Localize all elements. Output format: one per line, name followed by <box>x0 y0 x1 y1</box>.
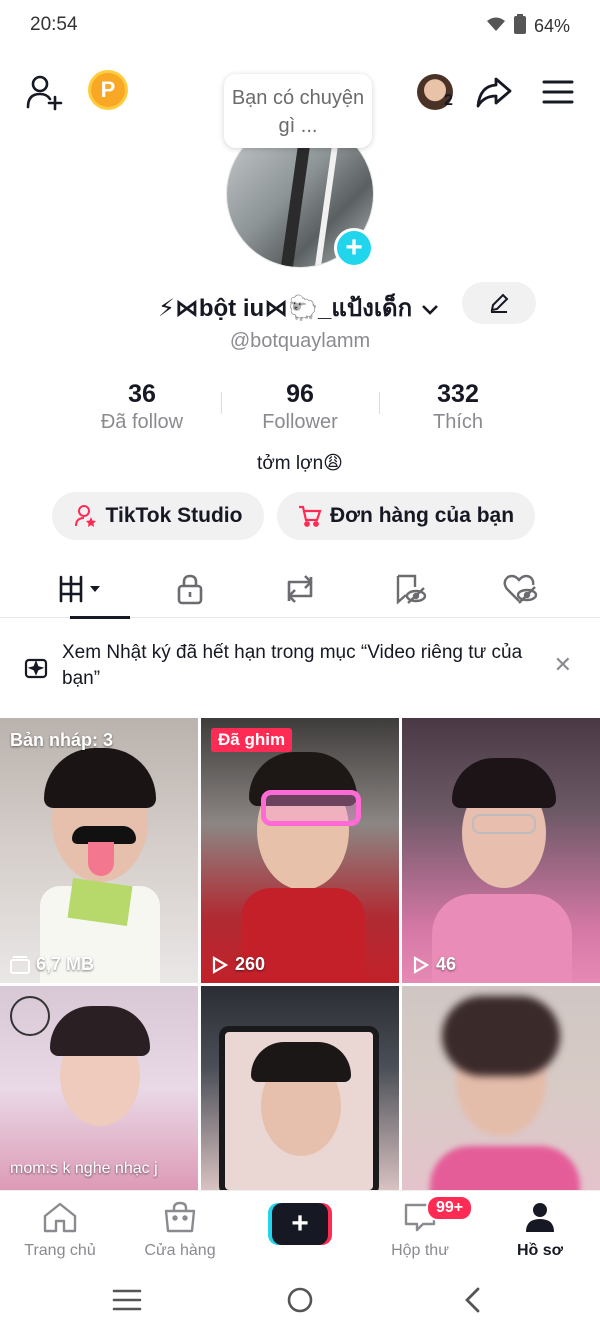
wifi-icon <box>486 16 506 37</box>
chevron-down-icon <box>421 305 438 315</box>
nav-profile[interactable]: Hồ sơ <box>480 1201 600 1260</box>
pencil-icon <box>490 293 509 313</box>
friend-avatar-button[interactable]: 2 <box>410 70 460 114</box>
bottom-nav: Trang chủ Cửa hàng + 99+ Hộp thư Hồ sơ <box>0 1190 600 1268</box>
battery-icon <box>513 14 526 39</box>
expired-notice-banner[interactable]: Xem Nhật ký đã hết hạn trong mục “Video … <box>0 636 600 700</box>
add-story-icon[interactable]: + <box>334 228 374 268</box>
system-nav-bar <box>0 1268 600 1333</box>
tab-favorites[interactable] <box>350 560 470 618</box>
repost-icon <box>287 575 313 603</box>
status-bar: 20:54 64% <box>0 0 600 52</box>
display-name[interactable]: ⚡⋈bột iu⋈🐑_แป้งเด็ก <box>158 288 439 327</box>
video-tile[interactable] <box>201 986 399 1190</box>
home-circle-icon[interactable] <box>286 1286 314 1319</box>
pinned-badge: Đã ghim <box>211 728 293 752</box>
play-icon <box>212 955 229 974</box>
tab-indicator <box>70 616 130 619</box>
draft-size: 6,7 MB <box>10 954 94 975</box>
sparkle-icon <box>24 654 50 685</box>
battery-percent: 64% <box>533 16 570 36</box>
menu-icon[interactable] <box>536 70 580 114</box>
draft-label: Bản nháp: 3 <box>10 730 114 750</box>
lock-icon <box>177 574 203 605</box>
nav-home[interactable]: Trang chủ <box>0 1201 120 1260</box>
video-tile[interactable]: Đã ghim 260 <box>201 718 399 983</box>
stats-row: 36 Đã follow 96 Follower 332 Thích <box>0 380 600 440</box>
video-grid: Bản nháp: 3 6,7 MB Đã ghim 260 46 mom:s … <box>0 718 600 1190</box>
edit-profile-button[interactable] <box>462 282 536 324</box>
profile-icon <box>526 1203 554 1232</box>
grid-icon <box>59 575 100 603</box>
profile-tabs <box>0 560 600 619</box>
shopping-bag-icon <box>164 1201 196 1233</box>
tab-videos[interactable] <box>20 560 140 619</box>
share-icon[interactable] <box>472 70 516 114</box>
action-buttons: TikTok Studio Đơn hàng của bạn <box>0 492 600 540</box>
tab-liked[interactable] <box>460 560 580 618</box>
view-count: 260 <box>211 954 265 975</box>
video-caption: mom:s k nghe nhạc j <box>10 1160 158 1177</box>
friend-count: 2 <box>444 92 453 109</box>
plus-icon: + <box>272 1203 328 1245</box>
notice-text: Xem Nhật ký đã hết hạn trong mục “Video … <box>62 642 523 689</box>
heart-hidden-icon <box>503 574 538 604</box>
story-prompt-bubble[interactable]: Bạn có chuyện gì ... <box>224 74 372 148</box>
close-icon[interactable]: ✕ <box>554 652 572 678</box>
stat-followers[interactable]: 96 Follower <box>220 380 380 434</box>
bio: tởm lợn😩 <box>257 453 343 474</box>
studio-icon <box>74 505 96 527</box>
video-tile[interactable]: mom:s k nghe nhạc j <box>0 986 198 1190</box>
play-icon <box>413 955 430 974</box>
nav-shop[interactable]: Cửa hàng <box>120 1201 240 1260</box>
tab-private[interactable] <box>130 560 250 618</box>
status-icons: 64% <box>486 14 570 39</box>
folder-icon <box>10 955 30 974</box>
username: @botquaylamm <box>229 330 371 352</box>
nav-inbox[interactable]: 99+ Hộp thư <box>360 1195 480 1260</box>
video-tile[interactable]: 46 <box>402 718 600 983</box>
stat-likes[interactable]: 332 Thích <box>378 380 538 434</box>
video-tile[interactable]: Bản nháp: 3 6,7 MB <box>0 718 198 983</box>
orders-button[interactable]: Đơn hàng của bạn <box>277 492 535 540</box>
home-icon <box>43 1202 77 1233</box>
back-icon[interactable] <box>462 1286 482 1319</box>
stat-following[interactable]: 36 Đã follow <box>62 380 222 434</box>
add-friend-icon[interactable] <box>22 70 66 114</box>
create-button[interactable]: + <box>268 1203 332 1245</box>
coin-icon[interactable]: P <box>88 70 128 110</box>
recent-apps-icon[interactable] <box>112 1288 142 1317</box>
video-tile[interactable] <box>402 986 600 1190</box>
status-time: 20:54 <box>30 14 78 35</box>
bookmark-hidden-icon <box>396 574 427 605</box>
cart-icon <box>298 505 322 527</box>
name-row: ⚡⋈bột iu⋈🐑_แป้งเด็ก <box>0 282 600 326</box>
inbox-badge: 99+ <box>426 1195 474 1221</box>
tiktok-studio-button[interactable]: TikTok Studio <box>52 492 264 540</box>
view-count: 46 <box>412 954 456 975</box>
tab-reposts[interactable] <box>240 560 360 618</box>
